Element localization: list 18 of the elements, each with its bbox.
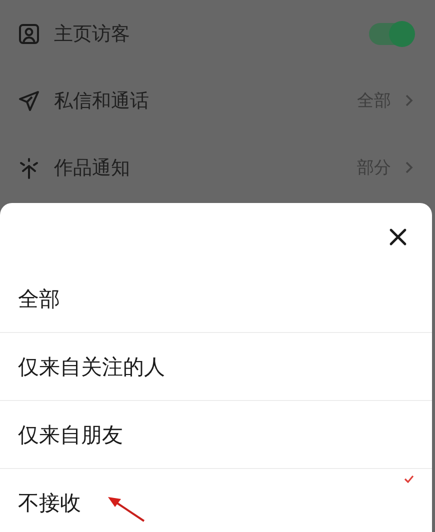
close-button[interactable] [388,227,408,247]
sparkle-icon [18,156,40,178]
option-label: 仅来自关注的人 [18,354,165,380]
setting-label: 主页访客 [54,22,131,46]
option-item[interactable]: 仅来自关注的人 [0,332,432,400]
option-item[interactable]: 仅来自朋友 [0,400,432,468]
profile-icon [18,22,40,44]
send-icon [18,90,40,112]
chevron-icon [405,94,413,107]
chevron-icon [405,161,413,174]
toggle-switch[interactable] [369,22,413,44]
option-label: 全部 [18,286,60,312]
option-label: 不接收 [18,490,81,516]
setting-label: 作品通知 [54,156,131,180]
option-item[interactable]: 不接收 [0,468,432,532]
option-label: 仅来自朋友 [18,422,123,448]
option-item[interactable]: 全部 [0,265,432,332]
setting-label: 私信和通话 [54,88,150,114]
